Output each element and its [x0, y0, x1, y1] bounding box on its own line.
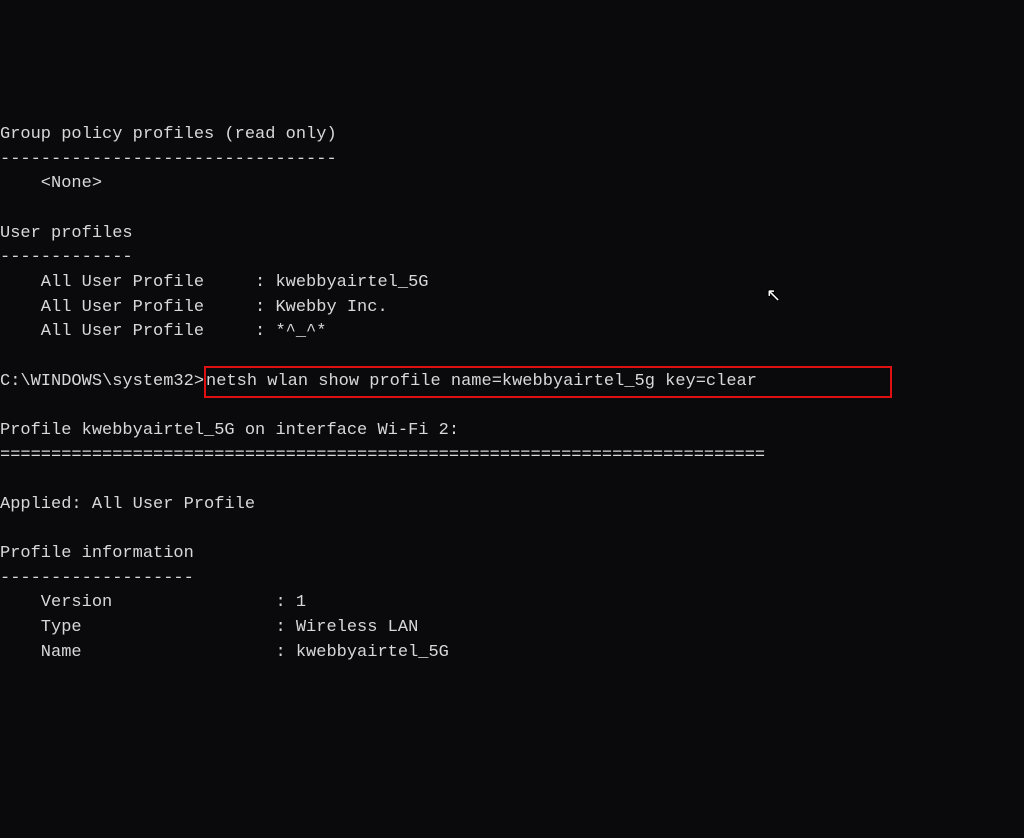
- terminal[interactable]: Group policy profiles (read only) ------…: [0, 99, 1024, 666]
- group-dash: ---------------------------------: [0, 150, 337, 169]
- command-text: netsh wlan show profile name=kwebbyairte…: [206, 372, 890, 391]
- pi-line: Name : kwebbyairtel_5G: [0, 643, 449, 662]
- pi-dash: -------------------: [0, 569, 194, 588]
- profile-line: All User Profile : kwebbyairtel_5G: [0, 273, 428, 292]
- applied-line: Applied: All User Profile: [0, 495, 255, 514]
- user-header: User profiles: [0, 224, 133, 243]
- none-line: <None>: [0, 174, 102, 193]
- pi-line: Type : Wireless LAN: [0, 618, 418, 637]
- output-sep: ========================================…: [0, 446, 765, 465]
- command-highlight: netsh wlan show profile name=kwebbyairte…: [204, 366, 892, 399]
- profile-line: All User Profile : *^_^*: [0, 322, 326, 341]
- pi-line: Version : 1: [0, 593, 306, 612]
- profile-line: All User Profile : Kwebby Inc.: [0, 298, 388, 317]
- pi-header: Profile information: [0, 544, 194, 563]
- prompt-prefix: C:\WINDOWS\system32>: [0, 372, 204, 391]
- user-dash: -------------: [0, 248, 133, 267]
- group-header: Group policy profiles (read only): [0, 125, 337, 144]
- output-title: Profile kwebbyairtel_5G on interface Wi-…: [0, 421, 459, 440]
